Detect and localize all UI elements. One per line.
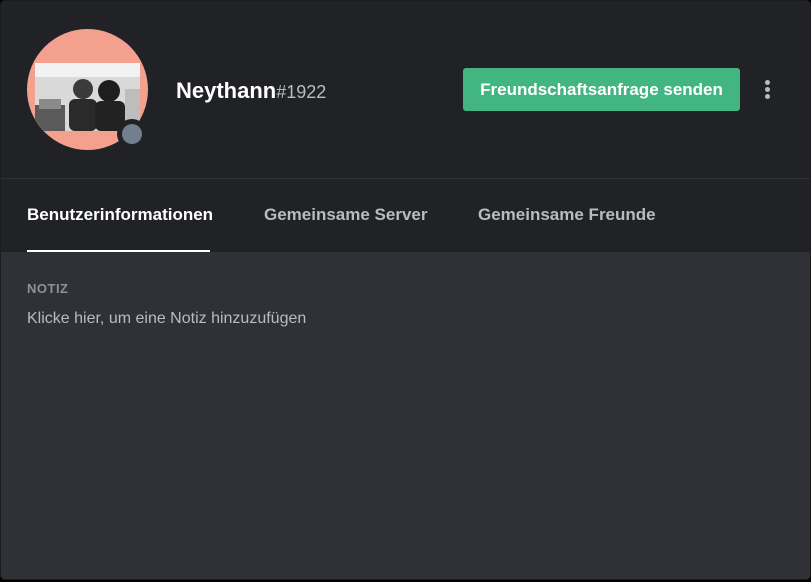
active-tab-indicator [27,250,210,252]
tab-mutual-servers[interactable]: Gemeinsame Server [264,205,428,225]
discriminator: #1922 [276,82,327,102]
note-input[interactable]: Klicke hier, um eine Notiz hinzuzufügen [27,310,787,332]
tab-mutual-friends[interactable]: Gemeinsame Freunde [478,205,656,225]
profile-header: Neythann #1922 Freundschaftsanfrage send… [1,1,810,252]
send-friend-request-button[interactable]: Freundschaftsanfrage senden [463,68,740,111]
vertical-ellipsis-icon[interactable] [757,78,777,102]
user-name-tag: Neythann #1922 [176,78,326,104]
user-profile-modal: Neythann #1922 Freundschaftsanfrage send… [0,0,811,580]
tab-user-info[interactable]: Benutzerinformationen [27,205,213,225]
username: Neythann [176,78,277,103]
offline-status-icon [122,124,142,144]
note-title: NOTIZ [27,281,69,296]
avatar[interactable] [27,29,148,150]
header-divider [1,178,810,179]
